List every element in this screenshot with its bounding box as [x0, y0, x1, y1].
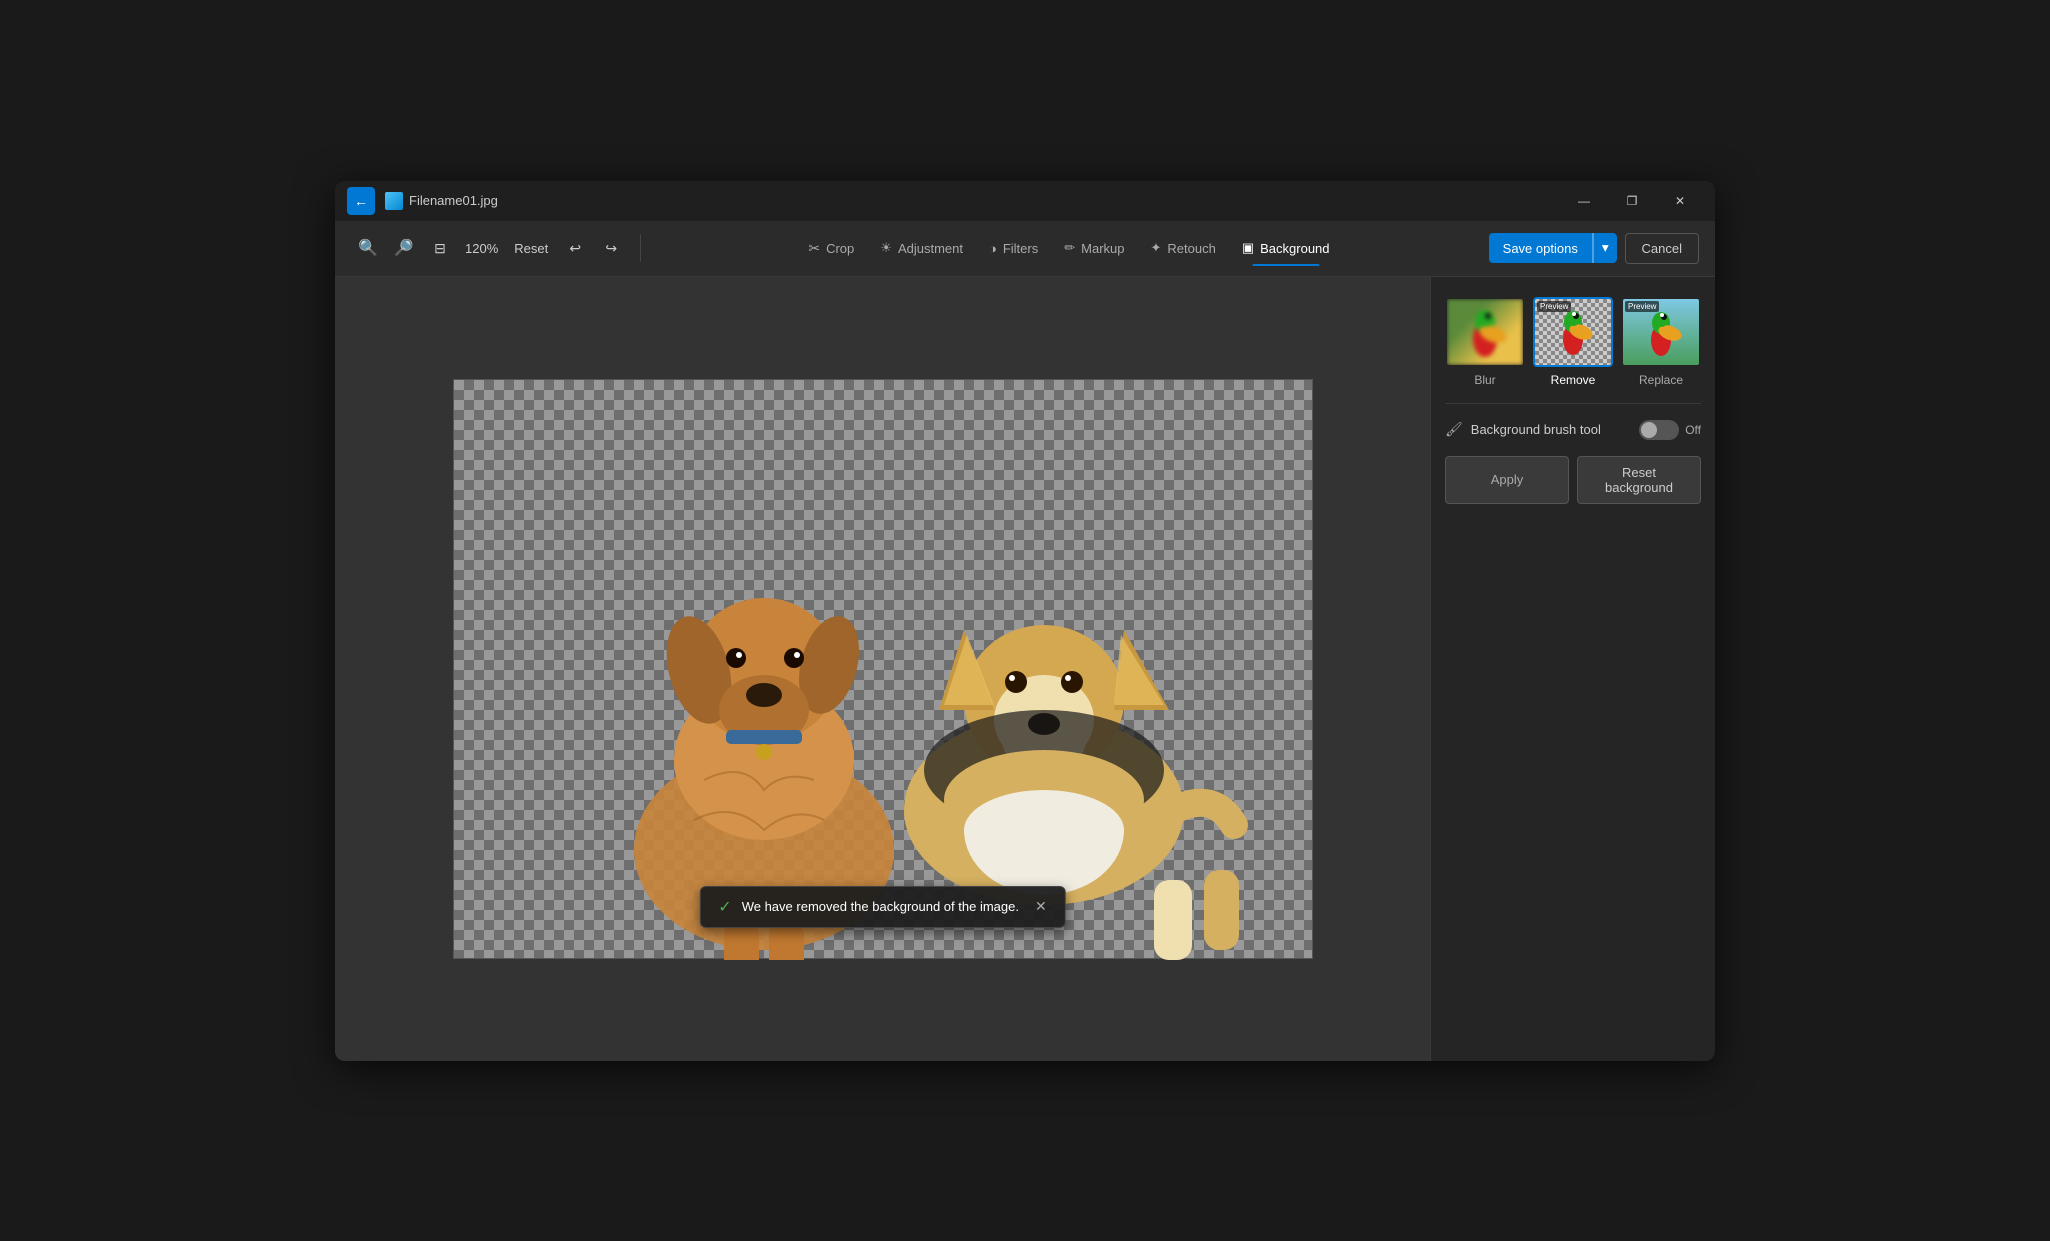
main-window: ← Filename01.jpg — ❐ ✕ 🔍 🔍 ⊟ 120% Reset …	[335, 181, 1715, 1061]
blur-preview	[1447, 299, 1523, 365]
toggle-state-label: Off	[1685, 423, 1701, 437]
toolbar-center: ✂ Crop ☀ Adjustment ◑ Filters ✏ Markup ✦…	[653, 234, 1484, 263]
back-button[interactable]: ←	[347, 187, 375, 215]
undo-button[interactable]: ↩	[558, 231, 592, 265]
background-label: Background	[1260, 241, 1329, 256]
zoom-in-icon: 🔍	[358, 238, 378, 258]
check-icon: ✓	[718, 897, 731, 917]
redo-button[interactable]: ↪	[594, 231, 628, 265]
remove-thumb-label: Remove	[1551, 373, 1596, 387]
crop-icon: ✂	[808, 240, 820, 257]
blur-thumb-item[interactable]: Blur	[1445, 297, 1525, 387]
toolbar-separator	[640, 234, 641, 262]
zoom-in-button[interactable]: 🔍	[351, 231, 385, 265]
toast-message: We have removed the background of the im…	[742, 899, 1019, 914]
zoom-value: 120%	[459, 241, 504, 256]
retouch-icon: ✦	[1151, 240, 1162, 256]
replace-thumb-item[interactable]: Replace	[1621, 297, 1701, 387]
fit-icon: ⊟	[434, 240, 446, 257]
fit-button[interactable]: ⊟	[423, 231, 457, 265]
reset-button[interactable]: Reset	[506, 237, 556, 260]
remove-thumb-frame	[1533, 297, 1613, 367]
zoom-out-icon: 🔍	[394, 238, 414, 258]
panel-section: 🖌 Background brush tool Off Apply Reset …	[1431, 404, 1715, 520]
markup-tool-button[interactable]: ✏ Markup	[1052, 234, 1136, 262]
dogs-image	[454, 380, 1314, 960]
canvas-area: ✓ We have removed the background of the …	[335, 277, 1430, 1061]
chevron-down-icon: ▾	[1602, 240, 1609, 255]
titlebar: ← Filename01.jpg — ❐ ✕	[335, 181, 1715, 221]
adjustment-tool-button[interactable]: ☀ Adjustment	[868, 234, 975, 262]
zoom-out-button[interactable]: 🔍	[387, 231, 421, 265]
toolbar: 🔍 🔍 ⊟ 120% Reset ↩ ↪ ✂ Crop ☀	[335, 221, 1715, 277]
save-options-dropdown-button[interactable]: ▾	[1593, 233, 1617, 263]
markup-icon: ✏	[1064, 240, 1075, 256]
retouch-label: Retouch	[1167, 241, 1215, 256]
filters-tool-button[interactable]: ◑ Filters	[977, 235, 1050, 262]
window-controls: — ❐ ✕	[1561, 185, 1703, 217]
retouch-tool-button[interactable]: ✦ Retouch	[1139, 234, 1228, 262]
crop-label: Crop	[826, 241, 854, 256]
toggle-switch[interactable]	[1639, 420, 1679, 440]
reset-background-button[interactable]: Reset background	[1577, 456, 1701, 504]
minimize-button[interactable]: —	[1561, 185, 1607, 217]
right-panel: Blur	[1430, 277, 1715, 1061]
replace-preview	[1623, 299, 1699, 365]
toolbar-right: Save options ▾ Cancel	[1489, 233, 1699, 264]
window-title: Filename01.jpg	[409, 193, 1561, 208]
toolbar-left: 🔍 🔍 ⊟ 120% Reset ↩ ↪	[351, 231, 628, 265]
crop-tool-button[interactable]: ✂ Crop	[796, 234, 866, 263]
apply-button[interactable]: Apply	[1445, 456, 1569, 504]
blur-thumb-frame	[1445, 297, 1525, 367]
app-icon	[385, 192, 403, 210]
background-icon: ▣	[1242, 240, 1254, 256]
maximize-button[interactable]: ❐	[1609, 185, 1655, 217]
replace-thumb-label: Replace	[1639, 373, 1683, 387]
undo-icon: ↩	[569, 240, 581, 257]
toast-close-button[interactable]: ✕	[1035, 898, 1047, 915]
image-canvas: ✓ We have removed the background of the …	[453, 379, 1313, 959]
adjustment-icon: ☀	[880, 240, 892, 256]
toggle-control[interactable]: Off	[1639, 420, 1701, 440]
notification-toast: ✓ We have removed the background of the …	[699, 886, 1065, 928]
filters-label: Filters	[1003, 241, 1038, 256]
cancel-button[interactable]: Cancel	[1625, 233, 1699, 264]
filters-icon: ◑	[989, 241, 997, 256]
blur-thumb-label: Blur	[1474, 373, 1495, 387]
adjustment-label: Adjustment	[898, 241, 963, 256]
save-options-button[interactable]: Save options	[1489, 233, 1593, 263]
close-button[interactable]: ✕	[1657, 185, 1703, 217]
main-content: ✓ We have removed the background of the …	[335, 277, 1715, 1061]
redo-icon: ↪	[605, 240, 617, 257]
save-options-wrapper: Save options ▾	[1489, 233, 1617, 263]
remove-preview	[1535, 299, 1611, 365]
background-tool-button[interactable]: ▣ Background	[1230, 234, 1342, 262]
brush-tool-row: 🖌 Background brush tool Off	[1445, 420, 1701, 440]
remove-thumb-item[interactable]: Remove	[1533, 297, 1613, 387]
back-icon: ←	[354, 193, 368, 209]
brush-tool-label: Background brush tool	[1471, 422, 1631, 437]
replace-thumb-frame	[1621, 297, 1701, 367]
brush-icon: 🖌	[1445, 421, 1463, 438]
panel-thumbnails: Blur	[1431, 277, 1715, 403]
markup-label: Markup	[1081, 241, 1124, 256]
panel-actions: Apply Reset background	[1445, 456, 1701, 504]
